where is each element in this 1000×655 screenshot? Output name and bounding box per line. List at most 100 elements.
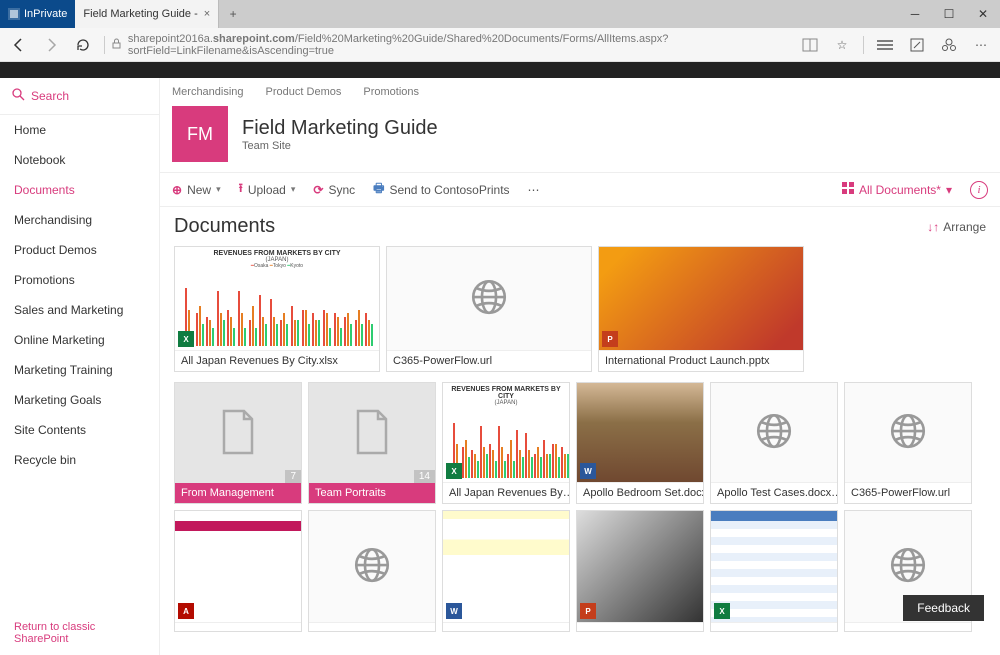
file-tile[interactable]: P International Product Launch.pptx: [598, 246, 804, 372]
file-tile[interactable]: A: [174, 510, 302, 632]
nav-item-marketing-goals[interactable]: Marketing Goals: [0, 385, 159, 415]
document-icon: [352, 409, 392, 458]
file-tile[interactable]: X: [710, 510, 838, 632]
file-name: Apollo Test Cases.docx…: [711, 482, 837, 503]
file-tile[interactable]: C365-PowerFlow.url: [844, 382, 972, 504]
nav-item-promotions[interactable]: Promotions: [0, 265, 159, 295]
file-tile[interactable]: REVENUES FROM MARKETS BY CITY(JAPAN)XAll…: [442, 382, 570, 504]
file-name: All Japan Revenues By City.xlsx: [175, 350, 379, 371]
maximize-button[interactable]: ☐: [932, 0, 966, 28]
notes-icon[interactable]: [906, 34, 928, 56]
globe-icon: [887, 544, 929, 589]
send-button[interactable]: 🖶 Send to ContosoPrints: [373, 179, 509, 200]
browser-tab[interactable]: Field Marketing Guide - ×: [75, 0, 219, 28]
topnav-link[interactable]: Merchandising: [172, 86, 244, 98]
document-icon: [218, 409, 258, 458]
suite-bar: [0, 62, 1000, 78]
ppt-badge-icon: P: [602, 331, 618, 347]
site-logo[interactable]: FM: [172, 106, 228, 162]
address-bar[interactable]: sharepoint2016a.sharepoint.com/Field%20M…: [104, 33, 789, 57]
excel-badge-icon: X: [446, 463, 462, 479]
chevron-down-icon: ▾: [216, 184, 221, 195]
browser-navbar: sharepoint2016a.sharepoint.com/Field%20M…: [0, 28, 1000, 62]
topnav-link[interactable]: Promotions: [363, 86, 419, 98]
file-tile[interactable]: Apollo Test Cases.docx…: [710, 382, 838, 504]
tab-close-icon[interactable]: ×: [204, 8, 210, 20]
site-header: FM Field Marketing Guide Team Site: [160, 102, 1000, 173]
sync-button[interactable]: ⟳ Sync: [313, 183, 355, 197]
file-name: [711, 622, 837, 631]
folder-tile[interactable]: 7From Management: [174, 382, 302, 504]
file-tile[interactable]: WApollo Bedroom Set.docx: [576, 382, 704, 504]
feedback-button[interactable]: Feedback: [903, 595, 984, 621]
nav-item-product-demos[interactable]: Product Demos: [0, 235, 159, 265]
file-tile[interactable]: C365-PowerFlow.url: [386, 246, 592, 372]
hub-icon[interactable]: [874, 34, 896, 56]
file-name: [175, 622, 301, 631]
lock-icon: [111, 38, 122, 52]
library-content: Documents ↓↑ Arrange REVENUES FROM MARKE…: [160, 207, 1000, 655]
file-name: C365-PowerFlow.url: [387, 350, 591, 371]
reading-view-icon[interactable]: [799, 34, 821, 56]
word-badge-icon: W: [446, 603, 462, 619]
minimize-button[interactable]: ─: [898, 0, 932, 28]
file-tile[interactable]: W: [442, 510, 570, 632]
file-name: C365-PowerFlow.url: [845, 482, 971, 503]
globe-icon: [887, 410, 929, 455]
view-selector[interactable]: All Documents* ▾: [842, 182, 952, 197]
file-name: Team Portraits: [309, 483, 435, 503]
command-bar: ⊕ New ▾ ⭱ Upload ▾ ⟳ Sync 🖶 Send to Cont…: [160, 173, 1000, 207]
site-subtitle: Team Site: [242, 140, 438, 152]
site-title: Field Marketing Guide: [242, 117, 438, 140]
more-actions[interactable]: ⋯: [528, 183, 540, 197]
file-name: [845, 622, 971, 631]
upload-button[interactable]: ⭱ Upload ▾: [239, 179, 296, 200]
arrange-button[interactable]: ↓↑ Arrange: [927, 220, 986, 234]
folder-tile[interactable]: 14Team Portraits: [308, 382, 436, 504]
file-tile[interactable]: P: [576, 510, 704, 632]
plus-icon: ⊕: [172, 183, 182, 197]
globe-icon: [753, 410, 795, 455]
nav-item-merchandising[interactable]: Merchandising: [0, 205, 159, 235]
chevron-down-icon: ▾: [946, 183, 952, 197]
nav-item-marketing-training[interactable]: Marketing Training: [0, 355, 159, 385]
nav-item-documents[interactable]: Documents: [0, 175, 159, 205]
file-tile[interactable]: [308, 510, 436, 632]
nav-item-home[interactable]: Home: [0, 115, 159, 145]
window-controls: ─ ☐ ✕: [898, 0, 1000, 28]
file-name: [309, 622, 435, 631]
inprivate-icon: [8, 8, 20, 20]
left-nav: Search HomeNotebookDocumentsMerchandisin…: [0, 78, 160, 655]
refresh-button[interactable]: [72, 34, 94, 56]
nav-item-notebook[interactable]: Notebook: [0, 145, 159, 175]
search-box[interactable]: Search: [0, 78, 159, 115]
close-button[interactable]: ✕: [966, 0, 1000, 28]
classic-link[interactable]: Return to classic SharePoint: [0, 611, 159, 655]
library-title: Documents: [174, 215, 275, 238]
inprivate-label: InPrivate: [24, 8, 67, 20]
share-icon[interactable]: [938, 34, 960, 56]
ppt-badge-icon: P: [580, 603, 596, 619]
new-tab-button[interactable]: +: [219, 0, 247, 28]
favorite-icon[interactable]: ☆: [831, 34, 853, 56]
tab-title: Field Marketing Guide -: [83, 8, 197, 20]
forward-button[interactable]: [40, 34, 62, 56]
info-button[interactable]: i: [970, 181, 988, 199]
more-icon[interactable]: ⋯: [970, 34, 992, 56]
new-button[interactable]: ⊕ New ▾: [172, 183, 221, 197]
url-text: sharepoint2016a.sharepoint.com/Field%20M…: [128, 33, 789, 57]
excel-badge-icon: X: [178, 331, 194, 347]
file-name: International Product Launch.pptx: [599, 350, 803, 371]
back-button[interactable]: [8, 34, 30, 56]
browser-titlebar: InPrivate Field Marketing Guide - × + ─ …: [0, 0, 1000, 28]
inprivate-badge: InPrivate: [0, 0, 75, 28]
nav-item-recycle-bin[interactable]: Recycle bin: [0, 445, 159, 475]
topnav-link[interactable]: Product Demos: [266, 86, 342, 98]
file-tile[interactable]: REVENUES FROM MARKETS BY CITY(JAPAN)━Osa…: [174, 246, 380, 372]
search-icon: [12, 88, 25, 104]
nav-item-sales-and-marketing[interactable]: Sales and Marketing: [0, 295, 159, 325]
pdf-badge-icon: A: [178, 603, 194, 619]
nav-item-site-contents[interactable]: Site Contents: [0, 415, 159, 445]
main-region: Merchandising Product Demos Promotions FM …: [160, 78, 1000, 655]
nav-item-online-marketing[interactable]: Online Marketing: [0, 325, 159, 355]
